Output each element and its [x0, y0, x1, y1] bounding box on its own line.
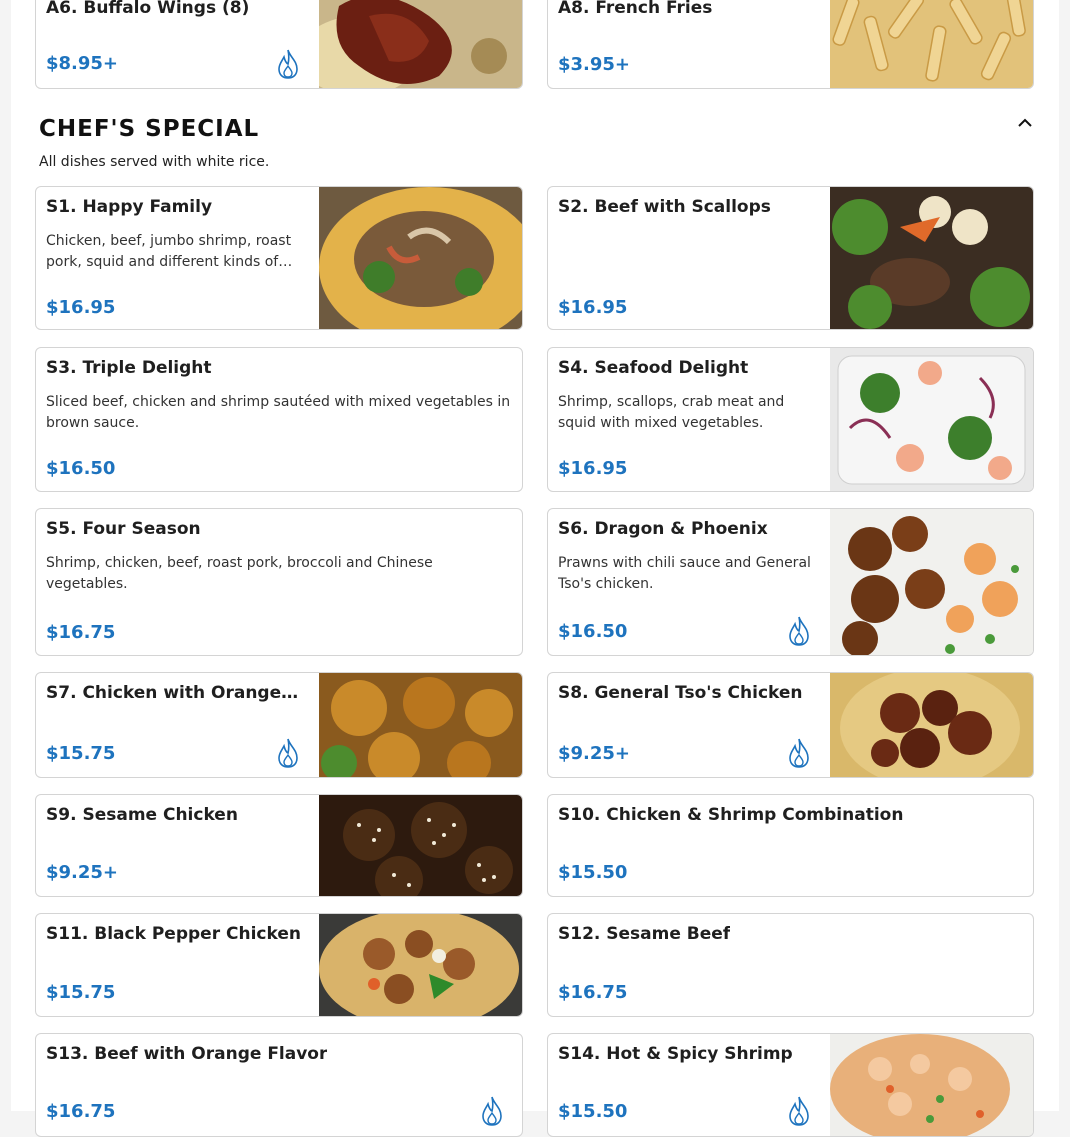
dish-photo — [830, 1034, 1033, 1136]
item-name: S8. General Tso's Chicken — [558, 683, 803, 703]
section-title: CHEF'S SPECIAL — [39, 116, 260, 142]
item-price: $9.25+ — [558, 743, 631, 764]
item-name: S10. Chicken & Shrimp Combination — [558, 805, 904, 825]
item-price: $16.95 — [558, 297, 628, 318]
item-price: $16.50 — [558, 621, 628, 642]
item-price: $15.75 — [46, 982, 116, 1003]
dish-photo — [319, 673, 522, 777]
item-name: S6. Dragon & Phoenix — [558, 519, 768, 539]
flame-icon — [789, 738, 809, 768]
menu-item-card[interactable]: S7. Chicken with Orange Flavor $15.75 — [35, 672, 523, 778]
item-price: $15.75 — [46, 743, 116, 764]
menu-item-card[interactable]: S3. Triple Delight Sliced beef, chicken … — [35, 347, 523, 492]
item-price: $16.95 — [46, 297, 116, 318]
flame-icon — [278, 738, 298, 768]
dish-photo — [830, 0, 1033, 88]
dish-photo — [319, 0, 522, 88]
flame-icon — [482, 1096, 502, 1126]
flame-icon — [278, 49, 298, 79]
item-name: S4. Seafood Delight — [558, 358, 749, 378]
menu-item-card[interactable]: S5. Four Season Shrimp, chicken, beef, r… — [35, 508, 523, 656]
item-name: S14. Hot & Spicy Shrimp — [558, 1044, 793, 1064]
dish-photo — [319, 795, 522, 896]
item-name: S2. Beef with Scallops — [558, 197, 771, 217]
dish-photo — [319, 187, 522, 329]
menu-item-card[interactable]: A8. French Fries $3.95+ — [547, 0, 1034, 89]
item-name: A8. French Fries — [558, 0, 713, 18]
item-name: S5. Four Season — [46, 519, 201, 539]
dish-photo — [830, 187, 1033, 329]
dish-photo — [830, 509, 1033, 655]
menu-item-card[interactable]: S2. Beef with Scallops $16.95 — [547, 186, 1034, 330]
menu-item-card[interactable]: S11. Black Pepper Chicken $15.75 — [35, 913, 523, 1017]
menu-item-card[interactable]: S6. Dragon & Phoenix Prawns with chili s… — [547, 508, 1034, 656]
item-price: $16.95 — [558, 458, 628, 479]
item-name: S9. Sesame Chicken — [46, 805, 238, 825]
item-description: Shrimp, chicken, beef, roast pork, brocc… — [46, 555, 433, 592]
item-price: $15.50 — [558, 1101, 628, 1122]
menu-item-card[interactable]: S1. Happy Family Chicken, beef, jumbo sh… — [35, 186, 523, 330]
menu-page: A6. Buffalo Wings (8) $8.95+ A8. French … — [11, 0, 1059, 1137]
item-name: S1. Happy Family — [46, 197, 213, 217]
item-price: $15.50 — [558, 862, 628, 883]
menu-item-card[interactable]: S13. Beef with Orange Flavor $16.75 — [35, 1033, 523, 1137]
menu-item-card[interactable]: S12. Sesame Beef $16.75 — [547, 913, 1034, 1017]
item-price: $16.75 — [46, 622, 116, 643]
item-price: $9.25+ — [46, 862, 119, 883]
item-price: $16.75 — [46, 1101, 116, 1122]
item-description: Sliced beef, chicken and shrimp sautéed … — [46, 394, 511, 431]
flame-icon — [789, 616, 809, 646]
dish-photo — [319, 914, 522, 1016]
item-name: S7. Chicken with Orange Flavor — [46, 683, 302, 703]
menu-item-card[interactable]: S9. Sesame Chicken $9.25+ — [35, 794, 523, 897]
item-price: $16.75 — [558, 982, 628, 1003]
chevron-up-icon[interactable] — [1015, 113, 1035, 133]
item-price: $16.50 — [46, 458, 116, 479]
menu-item-card[interactable]: S14. Hot & Spicy Shrimp $15.50 — [547, 1033, 1034, 1137]
menu-item-card[interactable]: S4. Seafood Delight Shrimp, scallops, cr… — [547, 347, 1034, 492]
item-name: A6. Buffalo Wings (8) — [46, 0, 250, 18]
item-name: S13. Beef with Orange Flavor — [46, 1044, 328, 1064]
menu-item-card[interactable]: S10. Chicken & Shrimp Combination $15.50 — [547, 794, 1034, 897]
item-description: Prawns with chili sauce and General Tso'… — [558, 555, 811, 592]
item-price: $3.95+ — [558, 54, 631, 75]
item-description: Shrimp, scallops, crab meat and squid wi… — [558, 394, 785, 431]
section-subtitle: All dishes served with white rice. — [39, 154, 270, 170]
dish-photo — [830, 348, 1033, 491]
item-description: Chicken, beef, jumbo shrimp, roast pork,… — [46, 233, 292, 270]
menu-item-card[interactable]: A6. Buffalo Wings (8) $8.95+ — [35, 0, 523, 89]
item-name: S3. Triple Delight — [46, 358, 212, 378]
item-name: S11. Black Pepper Chicken — [46, 924, 301, 944]
item-price: $8.95+ — [46, 53, 119, 74]
menu-item-card[interactable]: S8. General Tso's Chicken $9.25+ — [547, 672, 1034, 778]
item-name: S12. Sesame Beef — [558, 924, 731, 944]
flame-icon — [789, 1096, 809, 1126]
dish-photo — [830, 673, 1033, 777]
